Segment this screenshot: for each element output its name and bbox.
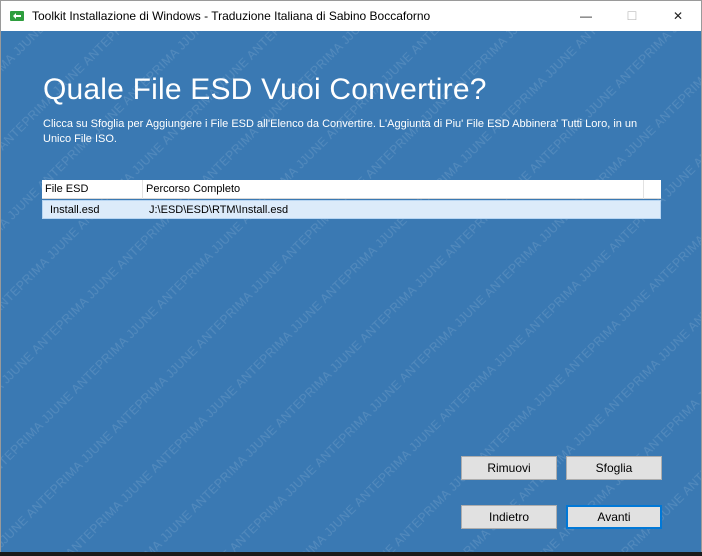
file-name-cell: Install.esd (50, 204, 100, 216)
maximize-button[interactable]: ☐ (609, 1, 655, 31)
close-icon: ✕ (672, 9, 684, 23)
next-button[interactable]: Avanti (566, 505, 662, 529)
title-bar[interactable]: Toolkit Installazione di Windows - Tradu… (1, 1, 701, 31)
taskbar-edge (0, 552, 702, 556)
minimize-button[interactable]: — (563, 1, 609, 31)
app-window: Toolkit Installazione di Windows - Tradu… (0, 0, 702, 552)
file-path-cell: J:\ESD\ESD\RTM\Install.esd (149, 204, 289, 216)
browse-button[interactable]: Sfoglia (566, 456, 662, 480)
back-button[interactable]: Indietro (461, 505, 557, 529)
remove-button[interactable]: Rimuovi (461, 456, 557, 480)
column-header-path[interactable]: Percorso Completo (146, 183, 240, 195)
window-title: Toolkit Installazione di Windows - Tradu… (32, 9, 431, 23)
page-description: Clicca su Sfoglia per Aggiungere i File … (43, 118, 638, 145)
page-title: Quale File ESD Vuoi Convertire? (43, 73, 487, 106)
column-header-file-esd[interactable]: File ESD (45, 183, 88, 195)
column-divider[interactable] (643, 180, 644, 199)
maximize-icon: ☐ (626, 9, 638, 23)
list-header: File ESD Percorso Completo (42, 180, 661, 199)
minimize-icon: — (580, 9, 592, 23)
close-button[interactable]: ✕ (655, 1, 701, 31)
esd-file-list[interactable]: File ESD Percorso Completo Install.esd J… (42, 180, 661, 220)
wizard-page: JUNE ANTEPRIMA JUNE ANTEPRIMA Quale File… (1, 31, 701, 552)
column-divider[interactable] (142, 180, 143, 199)
list-item[interactable]: Install.esd J:\ESD\ESD\RTM\Install.esd (42, 200, 661, 219)
toolkit-app-icon (9, 8, 25, 24)
